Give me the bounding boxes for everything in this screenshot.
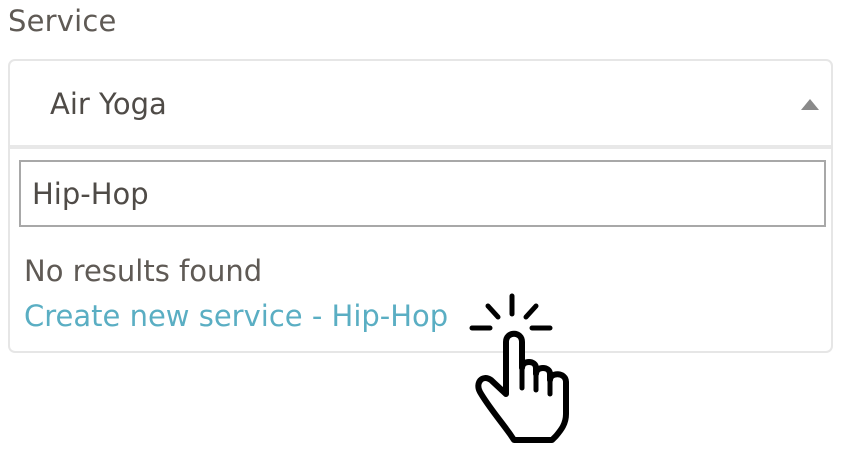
caret-up-icon[interactable] (801, 99, 819, 110)
service-search-input[interactable] (19, 160, 826, 227)
select-control[interactable]: Air Yoga (10, 61, 831, 149)
selected-value: Air Yoga (50, 87, 167, 121)
no-results-message: No results found (24, 254, 263, 288)
hand-click-cursor-icon (469, 293, 569, 443)
service-select: Air Yoga No results found Create new ser… (8, 59, 833, 353)
service-field-label: Service (8, 4, 117, 38)
create-new-service-link[interactable]: Create new service - Hip-Hop (24, 299, 448, 333)
